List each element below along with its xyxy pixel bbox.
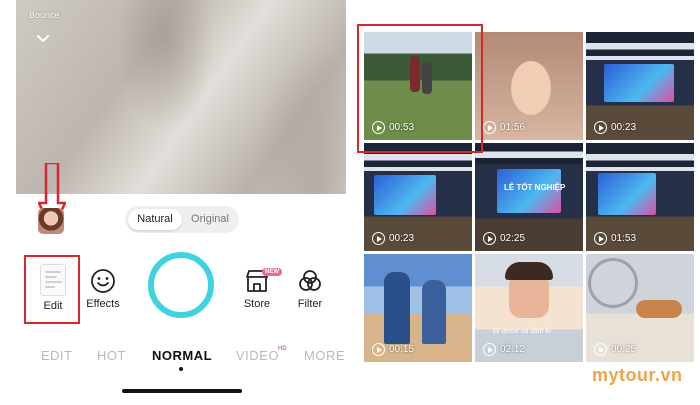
duration-label: 00:23 [611, 122, 637, 133]
duration-label: 02:12 [500, 344, 526, 355]
chevron-down-icon[interactable] [36, 34, 50, 44]
mode-more-tab[interactable]: MORE [304, 348, 345, 363]
gallery-item[interactable]: 00:23 [364, 143, 472, 251]
gallery-highlight-box [357, 24, 483, 153]
gallery-item[interactable]: Đi detox dạ dịnh kì 02:12 [475, 254, 583, 362]
duration-label: 02:25 [500, 233, 526, 244]
play-icon [594, 121, 607, 134]
store-label: Store [243, 298, 271, 310]
duration-label: 01:56 [500, 122, 526, 133]
filter-label: Filter [297, 298, 323, 310]
style-natural-button[interactable]: Natural [128, 209, 182, 230]
gallery-item[interactable]: 01:56 [475, 32, 583, 140]
gallery-item[interactable]: 00:23 [586, 32, 694, 140]
play-icon [483, 121, 496, 134]
shutter-button[interactable] [148, 252, 214, 318]
gallery-item[interactable]: 01:53 [586, 143, 694, 251]
duration-label: 00:15 [389, 344, 415, 355]
play-icon [594, 232, 607, 245]
new-badge: NEW [262, 268, 282, 276]
gallery-item[interactable]: LỄ TỐT NGHIỆP 02:25 [475, 143, 583, 251]
style-toggle: Natural Original [125, 206, 239, 233]
effects-label: Effects [86, 298, 120, 310]
mode-video-tab[interactable]: VIDEO [236, 348, 279, 363]
recent-thumbnail[interactable] [38, 208, 64, 234]
play-icon [372, 343, 385, 356]
preview-title: Bounce [29, 10, 60, 20]
duration-label: 01:53 [611, 233, 637, 244]
filter-button[interactable]: Filter [287, 268, 333, 310]
home-indicator[interactable] [122, 389, 242, 393]
hd-badge: HD [278, 346, 287, 352]
gallery-item[interactable]: 00:15 [364, 254, 472, 362]
play-icon [483, 343, 496, 356]
edit-highlight-box [24, 255, 80, 324]
play-icon [372, 232, 385, 245]
play-icon [594, 343, 607, 356]
mode-edit-tab[interactable]: EDIT [41, 348, 73, 363]
duration-label: 00:23 [389, 233, 415, 244]
effects-button[interactable]: Effects [80, 268, 126, 310]
gallery-item[interactable]: 00:25 [586, 254, 694, 362]
filter-icon [299, 270, 321, 291]
stage-banner-text: LỄ TỐT NGHIỆP [504, 183, 566, 192]
mode-normal-tab[interactable]: NORMAL [152, 348, 212, 363]
play-icon [483, 232, 496, 245]
smiley-icon [91, 269, 115, 293]
watermark-logo: mytour.vn [592, 365, 683, 385]
mode-bar: EDIT HOT NORMAL VIDEO MORE [0, 348, 348, 370]
mode-hot-tab[interactable]: HOT [97, 348, 126, 363]
active-mode-indicator [179, 367, 183, 371]
video-caption: Đi detox dạ dịnh kì [493, 328, 551, 335]
duration-label: 00:25 [611, 344, 637, 355]
camera-app: Bounce Natural Original Edit Effects Sto… [0, 0, 348, 405]
style-original-button[interactable]: Original [184, 209, 236, 230]
